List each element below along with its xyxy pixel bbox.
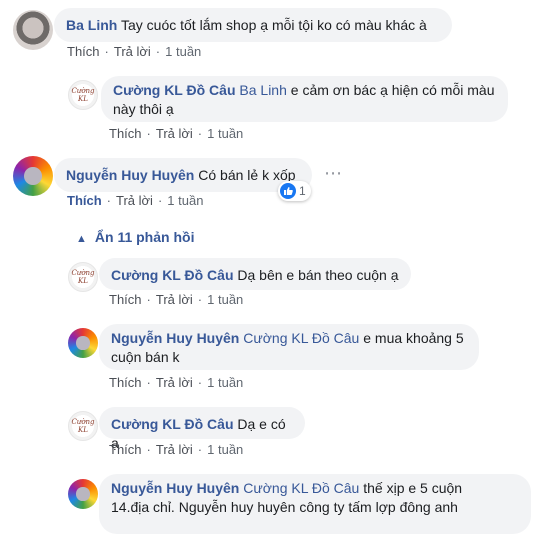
mention-tag[interactable]: Cường KL Đồ Câu: [243, 480, 359, 496]
comment-actions: Thích · Trả lời · 1 tuần: [109, 126, 244, 141]
reply-link[interactable]: Trả lời: [156, 292, 193, 307]
comment-time[interactable]: 1 tuần: [207, 126, 243, 141]
comment-text-line2: cuộn bán k: [111, 349, 180, 365]
comment-time[interactable]: 1 tuần: [165, 44, 201, 59]
comment-text: e mua khoảng 5: [363, 330, 464, 346]
reply-link[interactable]: Trả lời: [156, 442, 193, 457]
avatar-cuong-kl[interactable]: Cường KL: [68, 262, 98, 292]
like-link[interactable]: Thích: [109, 292, 142, 307]
comment-text-line2: này thôi ạ: [113, 101, 174, 117]
comment-text: thế xịp e 5 cuộn: [363, 480, 463, 496]
comment-text: e cảm ơn bác ạ hiện có mỗi màu: [290, 82, 495, 98]
comment-bubble: Cường KL Đồ Câu Dạ e có ạ: [99, 407, 305, 451]
comment-author[interactable]: Nguyễn Huy Huyên: [111, 330, 239, 346]
avatar-cuong-kl[interactable]: Cường KL: [68, 80, 98, 110]
comment-bubble: Nguyễn Huy Huyên Có bán lẻ k xốp: [54, 158, 312, 192]
comment-bubble: Cường KL Đồ Câu Ba Linh e cảm ơn bác ạ h…: [101, 76, 508, 122]
comment-author[interactable]: Ba Linh: [66, 17, 117, 33]
comment-text-line2: 14.địa chỉ. Nguyễn huy huyên công ty tấm…: [111, 499, 458, 515]
avatar-cuong-kl[interactable]: Cường KL: [68, 411, 98, 441]
like-link[interactable]: Thích: [109, 375, 142, 390]
comment-time[interactable]: 1 tuần: [207, 375, 243, 390]
comment-author[interactable]: Cường KL Đồ Câu: [111, 416, 234, 432]
comment-actions: Thích · Trả lời · 1 tuần: [109, 292, 244, 307]
avatar-ba-linh[interactable]: [13, 10, 53, 50]
comment-actions: Thích · Trả lời · 1 tuần: [109, 442, 244, 457]
avatar-nguyen-huy-huyen[interactable]: [68, 479, 98, 509]
reply-link[interactable]: Trả lời: [114, 44, 151, 59]
like-link[interactable]: Thích: [67, 193, 102, 208]
comment-bubble: Nguyễn Huy Huyên Cường KL Đồ Câu thế xịp…: [99, 474, 531, 534]
hide-replies-label: Ẩn 11 phản hồi: [94, 229, 195, 245]
avatar-nguyen-huy-huyen[interactable]: [68, 328, 98, 358]
comment-bubble: Ba Linh Tay cuóc tốt lắm shop ạ mỗi tội …: [54, 8, 452, 42]
comment-text: Tay cuóc tốt lắm shop ạ mỗi tội ko có mà…: [120, 17, 427, 33]
comment-bubble: Nguyễn Huy Huyên Cường KL Đồ Câu e mua k…: [99, 324, 479, 370]
comment-bubble: Cường KL Đồ Câu Dạ bên e bán theo cuộn ạ: [99, 258, 411, 290]
mention-tag[interactable]: Cường KL Đồ Câu: [243, 330, 359, 346]
reply-link[interactable]: Trả lời: [116, 193, 153, 208]
comment-time[interactable]: 1 tuần: [207, 442, 243, 457]
comment-actions: Thích · Trả lời · 1 tuần: [67, 193, 204, 208]
comment-text: Dạ bên e bán theo cuộn ạ: [237, 267, 399, 283]
thumbs-up-icon: [280, 183, 296, 199]
comment-actions: Thích · Trả lời · 1 tuần: [109, 375, 244, 390]
reply-link[interactable]: Trả lời: [156, 375, 193, 390]
like-link[interactable]: Thích: [109, 126, 142, 141]
comment-author[interactable]: Cường KL Đồ Câu: [113, 82, 236, 98]
comment-author[interactable]: Cường KL Đồ Câu: [111, 267, 234, 283]
mention-tag[interactable]: Ba Linh: [239, 82, 286, 98]
hide-replies-button[interactable]: ▲ Ẩn 11 phản hồi: [76, 229, 194, 245]
comment-time[interactable]: 1 tuần: [207, 292, 243, 307]
comment-author[interactable]: Nguyễn Huy Huyên: [66, 167, 194, 183]
like-link[interactable]: Thích: [67, 44, 100, 59]
reaction-summary[interactable]: 1: [278, 181, 311, 201]
more-horizontal-icon[interactable]: ⋯: [324, 163, 343, 184]
comment-actions: Thích · Trả lời · 1 tuần: [67, 44, 202, 59]
like-link[interactable]: Thích: [109, 442, 142, 457]
comment-author[interactable]: Nguyễn Huy Huyên: [111, 480, 239, 496]
chevron-up-icon: ▲: [76, 233, 87, 245]
comment-text: Có bán lẻ k xốp: [198, 167, 296, 183]
comment-time[interactable]: 1 tuần: [167, 193, 203, 208]
reply-link[interactable]: Trả lời: [156, 126, 193, 141]
avatar-nguyen-huy-huyen[interactable]: [13, 156, 53, 196]
reaction-count: 1: [299, 184, 306, 198]
